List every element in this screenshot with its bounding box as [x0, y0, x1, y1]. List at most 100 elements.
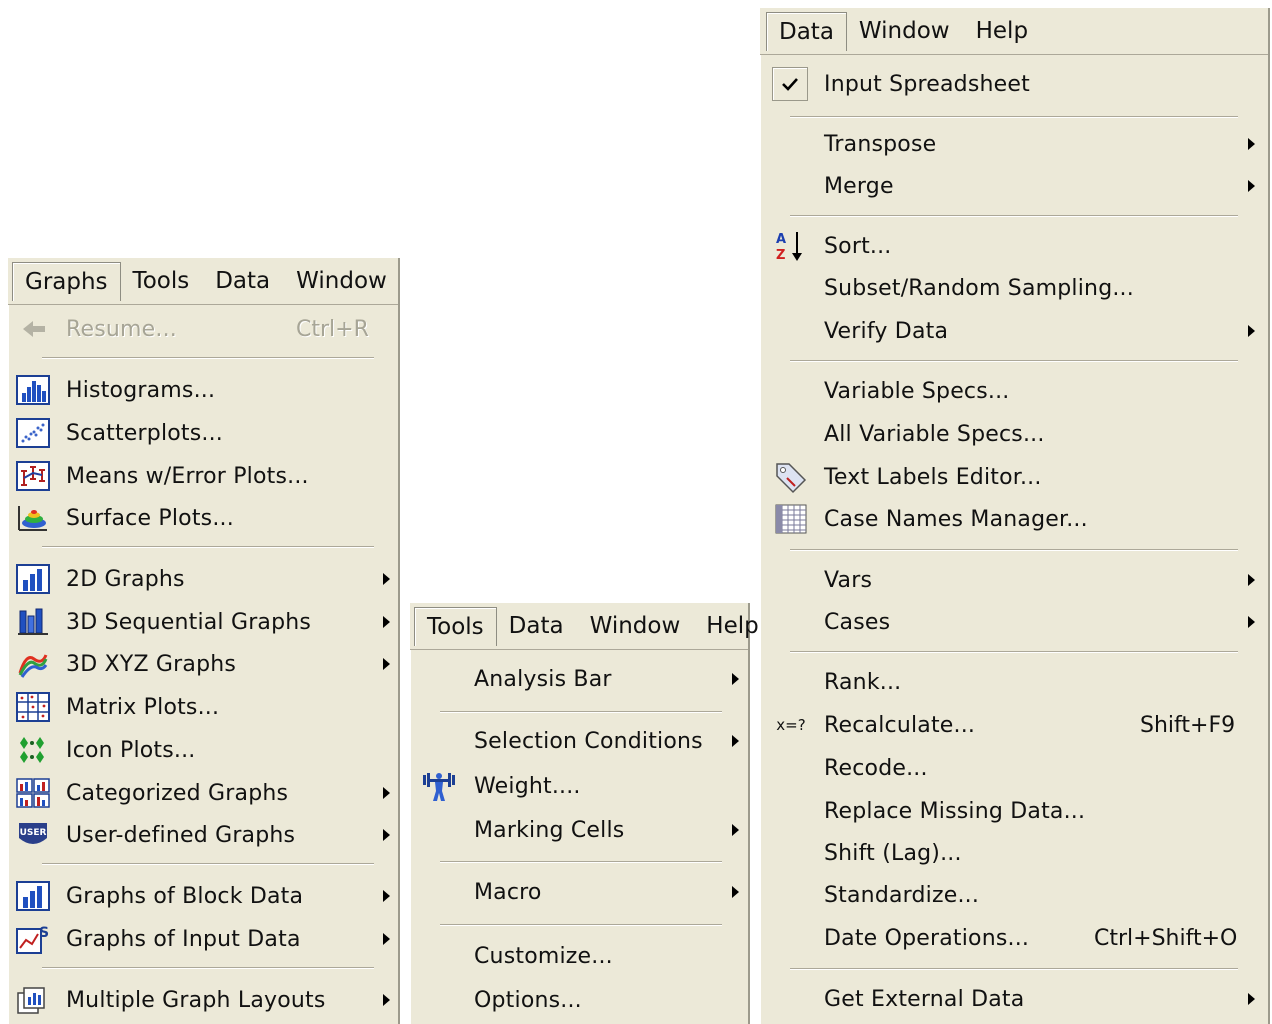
menubar-graphs[interactable]: Graphs — [12, 261, 121, 301]
menu-item-variable-specs[interactable]: Variable Specs... — [760, 370, 1268, 412]
menu-item-cases[interactable]: Cases — [760, 601, 1268, 643]
menu-item-subset-random-sampling[interactable]: Subset/Random Sampling... — [760, 267, 1268, 309]
menu-item-3d-xyz-graphs[interactable]: 3D XYZ Graphs — [8, 643, 398, 685]
menu-item-label: Means w/Error Plots... — [66, 463, 309, 489]
menu-item-means-error-plots[interactable]: Means w/Error Plots... — [8, 455, 398, 497]
menu-item-label: Recalculate... — [824, 712, 976, 738]
menu-item-multiple-graph-layouts[interactable]: Multiple Graph Layouts — [8, 979, 398, 1021]
menu-item-label: Case Names Manager... — [824, 506, 1088, 532]
check-icon — [772, 67, 808, 101]
menubar-data[interactable]: Data — [201, 262, 282, 300]
menu-item-user-defined-graphs[interactable]: USER User-defined Graphs — [8, 814, 398, 856]
menubar-window[interactable]: Window — [847, 12, 962, 50]
menu-item-rank[interactable]: Rank... — [760, 661, 1268, 703]
submenu-arrow-icon — [383, 658, 390, 670]
menu-item-recode[interactable]: Recode... — [760, 747, 1268, 789]
menu-item-text-labels-editor[interactable]: Text Labels Editor... — [760, 456, 1268, 498]
menubar-data[interactable]: Data — [766, 11, 847, 51]
menubar-tools[interactable]: Tools — [121, 262, 202, 300]
menu-item-label: Date Operations... — [824, 925, 1030, 951]
menu-item-categorized-graphs[interactable]: Categorized Graphs — [8, 772, 398, 814]
menu-item-label: Customize... — [474, 943, 613, 969]
menu-item-2d-graphs[interactable]: 2D Graphs — [8, 558, 398, 600]
menubar: Graphs Tools Data Window — [8, 258, 398, 304]
menu-item-label: Replace Missing Data... — [824, 798, 1086, 824]
menu-item-customize[interactable]: Customize... — [410, 935, 748, 977]
menu-item-get-external-data[interactable]: Get External Data — [760, 978, 1268, 1020]
menu-item-label: Graphs of Input Data — [66, 926, 301, 952]
submenu-arrow-icon — [383, 787, 390, 799]
menu-item-label: Selection Conditions — [474, 728, 703, 754]
recalculate-icon: x=? — [776, 716, 806, 734]
menu-item-merge[interactable]: Merge — [760, 165, 1268, 207]
menu-separator — [790, 968, 1238, 970]
menu-item-label: Input Spreadsheet — [824, 71, 1030, 97]
menu-item-label: Histograms... — [66, 377, 216, 403]
menu-item-matrix-plots[interactable]: Matrix Plots... — [8, 686, 398, 728]
menu-item-vars[interactable]: Vars — [760, 559, 1268, 601]
menu-item-shift-lag[interactable]: Shift (Lag)... — [760, 832, 1268, 874]
menubar-help[interactable]: Help — [962, 12, 1040, 50]
menu-item-input-spreadsheet[interactable]: Input Spreadsheet — [760, 63, 1268, 105]
menubar-data[interactable]: Data — [497, 607, 576, 645]
menu-item-analysis-bar[interactable]: Analysis Bar — [410, 658, 748, 700]
submenu-arrow-icon — [1248, 616, 1255, 628]
menu-item-label: Merge — [824, 173, 894, 199]
menu-item-options[interactable]: Options... — [410, 979, 748, 1021]
menu-item-transpose[interactable]: Transpose — [760, 123, 1268, 165]
menu-item-selection-conditions[interactable]: Selection Conditions — [410, 720, 748, 762]
tools-menu-panel: Tools Data Window Help Analysis Bar Sele… — [410, 603, 759, 1024]
menu-item-label: Icon Plots... — [66, 737, 196, 763]
menu-item-date-operations[interactable]: Date Operations... Ctrl+Shift+O — [760, 917, 1268, 959]
menu-item-histograms[interactable]: Histograms... — [8, 369, 398, 411]
menu-item-standardize[interactable]: Standardize... — [760, 874, 1268, 916]
menu-item-label: Transpose — [824, 131, 937, 157]
menu-item-label: Standardize... — [824, 882, 980, 908]
menu-item-3d-sequential-graphs[interactable]: 3D Sequential Graphs — [8, 601, 398, 643]
submenu-arrow-icon — [732, 673, 739, 685]
menu-item-label: Weight.... — [474, 773, 581, 799]
menubar: Data Window Help — [760, 8, 1268, 54]
menu-item-weight[interactable]: Weight.... — [410, 765, 748, 807]
menu-separator — [790, 116, 1238, 118]
menu-item-label: Marking Cells — [474, 817, 625, 843]
menu-item-graphs-of-input-data[interactable]: S Graphs of Input Data — [8, 918, 398, 960]
menu-item-marking-cells[interactable]: Marking Cells — [410, 809, 748, 851]
menubar-help[interactable]: Help — [692, 607, 770, 645]
menu-item-case-names-manager[interactable]: Case Names Manager... — [760, 498, 1268, 540]
submenu-arrow-icon — [732, 735, 739, 747]
menu-item-recalculate[interactable]: x=? Recalculate... Shift+F9 — [760, 704, 1268, 746]
menu-item-label: All Variable Specs... — [824, 421, 1045, 447]
graphs-menu-panel: Graphs Tools Data Window Resume... Ctrl+… — [8, 258, 400, 1024]
menu-separator — [790, 360, 1238, 362]
menu-item-macro[interactable]: Macro — [410, 871, 748, 913]
menu-item-replace-missing-data[interactable]: Replace Missing Data... — [760, 790, 1268, 832]
menu-item-label: 2D Graphs — [66, 566, 185, 592]
menu-item-label: Get External Data — [824, 986, 1025, 1012]
menu-item-surface-plots[interactable]: Surface Plots... — [8, 497, 398, 539]
icon-plot-icon — [14, 732, 52, 768]
menubar-window[interactable]: Window — [282, 262, 399, 300]
menu-item-icon-plots[interactable]: Icon Plots... — [8, 729, 398, 771]
menu-item-resume: Resume... Ctrl+R — [8, 308, 398, 350]
menu-item-label: 3D XYZ Graphs — [66, 651, 237, 677]
data-menu-panel: Data Window Help Input Spreadsheet Trans… — [760, 8, 1270, 1024]
submenu-arrow-icon — [383, 616, 390, 628]
tools-dropdown-menu: Analysis Bar Selection Conditions Weight… — [410, 649, 748, 1024]
menu-item-label: Surface Plots... — [66, 505, 234, 531]
submenu-arrow-icon — [383, 994, 390, 1006]
menubar-window[interactable]: Window — [576, 607, 693, 645]
menubar-tools[interactable]: Tools — [414, 606, 497, 646]
menu-item-label: Verify Data — [824, 318, 949, 344]
block-data-graph-icon — [14, 878, 52, 914]
input-data-graph-icon: S — [14, 921, 52, 957]
menu-item-all-variable-specs[interactable]: All Variable Specs... — [760, 413, 1268, 455]
submenu-arrow-icon — [732, 824, 739, 836]
3d-sequential-graph-icon — [14, 604, 52, 640]
menu-item-verify-data[interactable]: Verify Data — [760, 310, 1268, 352]
menu-item-label: 3D Sequential Graphs — [66, 609, 312, 635]
menu-item-graphs-of-block-data[interactable]: Graphs of Block Data — [8, 875, 398, 917]
menu-item-sort[interactable]: AZ Sort... — [760, 225, 1268, 267]
data-dropdown-menu: Input Spreadsheet Transpose Merge AZ Sor… — [760, 54, 1268, 1024]
menu-item-scatterplots[interactable]: Scatterplots... — [8, 412, 398, 454]
